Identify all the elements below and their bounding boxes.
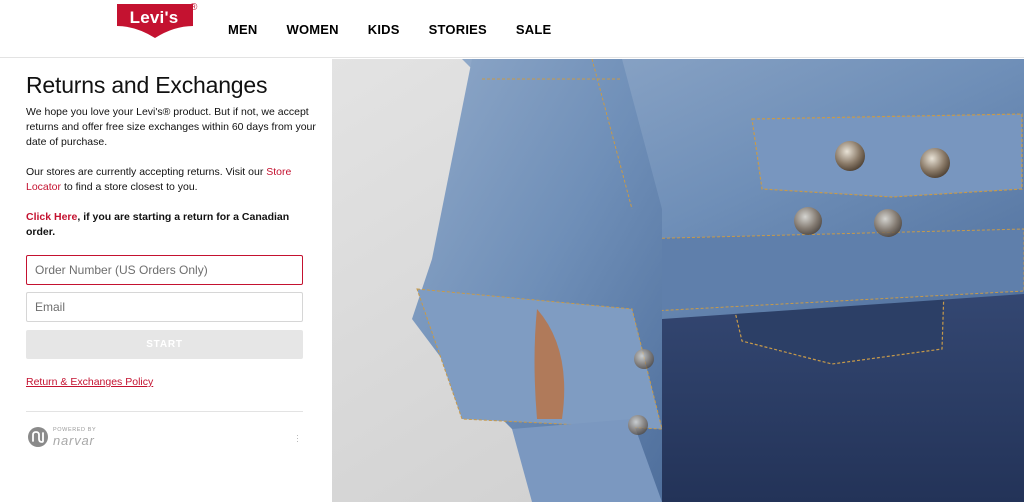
more-vertical-icon[interactable] xyxy=(296,435,299,443)
stores-text: Our stores are currently accepting retur… xyxy=(26,165,316,195)
narvar-logo-icon xyxy=(28,427,48,447)
main-nav: MEN WOMEN KIDS STORIES SALE xyxy=(228,22,580,37)
start-button[interactable]: START xyxy=(26,330,303,359)
nav-sale[interactable]: SALE xyxy=(516,22,551,37)
logo-text: Levi's xyxy=(129,8,179,27)
nav-women[interactable]: WOMEN xyxy=(287,22,339,37)
intro-text: We hope you love your Levi's® product. B… xyxy=(26,106,316,148)
returns-policy-link[interactable]: Return & Exchanges Policy xyxy=(26,376,153,388)
returns-panel: Returns and Exchanges We hope you love y… xyxy=(0,59,332,502)
stores-text-after: to find a store closest to you. xyxy=(61,181,198,193)
logo-registered-mark: ® xyxy=(190,2,198,13)
powered-by-narvar: POWERED BY narvar xyxy=(28,426,148,450)
canada-click-here-link[interactable]: Click Here xyxy=(26,211,77,223)
site-header: Levi's ® MEN WOMEN KIDS STORIES SALE xyxy=(0,0,1024,58)
nav-stories[interactable]: STORIES xyxy=(429,22,487,37)
powered-by-brand: narvar xyxy=(53,433,95,448)
divider xyxy=(26,411,303,412)
order-number-input[interactable] xyxy=(26,255,303,285)
stores-text-before: Our stores are currently accepting retur… xyxy=(26,166,267,178)
nav-kids[interactable]: KIDS xyxy=(368,22,400,37)
denim-illustration xyxy=(332,59,1024,502)
page-title: Returns and Exchanges xyxy=(26,72,268,98)
hero-image xyxy=(332,59,1024,502)
canada-text: Click Here, if you are starting a return… xyxy=(26,210,316,240)
nav-men[interactable]: MEN xyxy=(228,22,258,37)
email-input[interactable] xyxy=(26,292,303,322)
levis-logo[interactable]: Levi's ® xyxy=(116,2,200,38)
